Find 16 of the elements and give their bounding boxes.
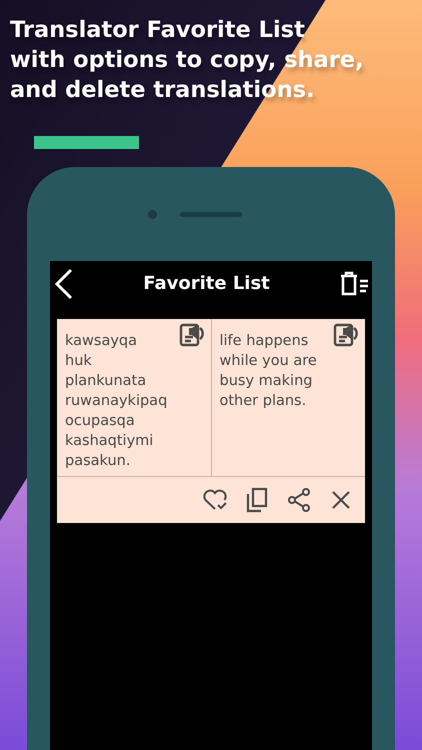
screen-title: Favorite List	[142, 273, 271, 294]
translation-text: life happens while you are busy making other plans.	[220, 332, 317, 411]
camera-dot	[148, 210, 157, 219]
speaker-icon[interactable]	[178, 322, 206, 348]
share-icon	[287, 487, 311, 513]
clear-all-button[interactable]	[338, 270, 370, 296]
close-icon	[331, 490, 351, 510]
trash-list-icon	[338, 270, 370, 296]
speaker-icon[interactable]	[333, 322, 361, 348]
back-button[interactable]	[53, 268, 75, 300]
speaker-slot	[180, 212, 242, 217]
back-icon	[53, 268, 75, 300]
copy-icon	[246, 487, 268, 513]
source-text: kawsayqa huk plankunata ruwanaykipaq ocupasqa kashaqtiymi pasakun.	[65, 332, 168, 471]
share-button[interactable]	[285, 486, 313, 514]
heart-check-icon	[202, 489, 228, 511]
